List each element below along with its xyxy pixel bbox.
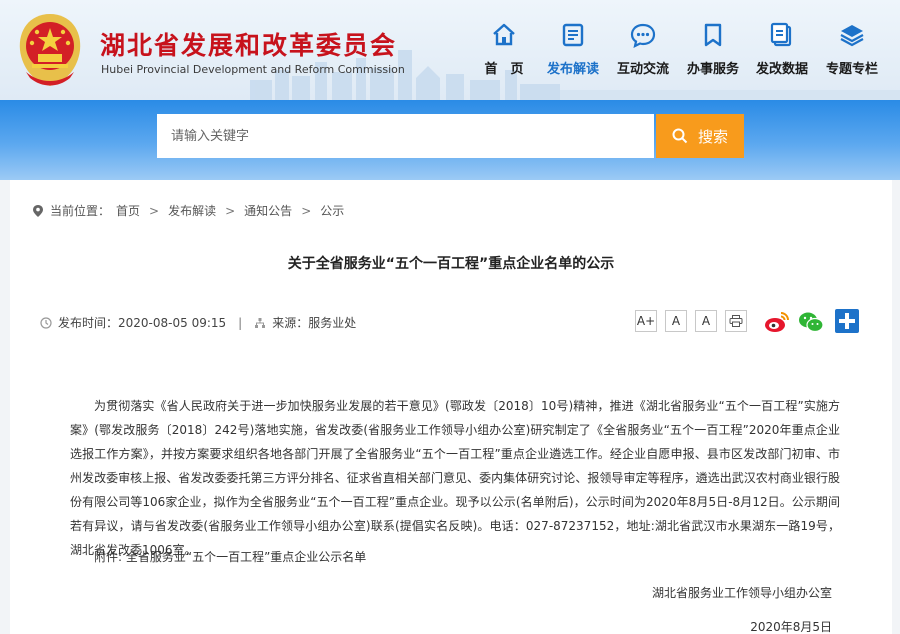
printer-icon (729, 315, 743, 327)
nav-publish-label: 发布解读 (546, 62, 599, 77)
signature-organization: 湖北省服务业工作领导小组办公室 (651, 586, 832, 600)
source-icon (255, 317, 266, 328)
nav-topics-label: 专题专栏 (825, 62, 878, 77)
breadcrumb-separator: > (225, 203, 236, 218)
article-title: 关于全省服务业“五个一百工程”重点企业名单的公示 (287, 256, 615, 272)
clock-icon (40, 316, 52, 329)
font-decrease-label: A (701, 314, 711, 328)
signature-date: 2020年8月5日 (750, 620, 832, 634)
home-icon (493, 23, 515, 46)
breadcrumb-item-home[interactable]: 首页 (116, 202, 140, 219)
attachment-link[interactable]: 附件: 全省服务业“五个一百工程”重点企业公示名单 (94, 548, 366, 565)
search-input[interactable] (157, 114, 654, 158)
nav-services-label: 办事服务 (686, 62, 739, 77)
nav-publish[interactable]: 发布解读 (541, 22, 605, 84)
breadcrumb-separator: > (149, 203, 160, 218)
search-icon (672, 128, 688, 144)
breadcrumb-item-publish[interactable]: 发布解读 (168, 202, 216, 219)
print-button[interactable] (725, 310, 747, 332)
source-value: 服务业处 (308, 316, 357, 330)
font-default-button[interactable]: A (665, 310, 687, 332)
national-emblem-logo (19, 14, 81, 86)
font-default-label: A (671, 314, 681, 328)
nav-home[interactable]: 首 页 (472, 22, 536, 84)
chat-icon (630, 23, 656, 48)
weibo-share-icon[interactable] (764, 310, 790, 334)
nav-interact[interactable]: 互动交流 (611, 22, 675, 84)
nav-topics[interactable]: 专题专栏 (820, 22, 884, 84)
nav-services[interactable]: 办事服务 (681, 22, 745, 84)
breadcrumb: 当前位置： 首页 > 发布解读 > 通知公告 > 公示 (32, 202, 344, 219)
meta-divider: | (238, 315, 243, 330)
location-pin-icon (33, 204, 43, 217)
font-increase-label: A+ (636, 314, 656, 328)
source-label: 来源： (272, 316, 309, 330)
document-icon (562, 23, 584, 47)
article-body: 为贯彻落实《省人民政府关于进一步加快服务业发展的若干意见》(鄂政发〔2018〕1… (70, 399, 840, 557)
publish-time: 2020-08-05 09:15 (118, 315, 227, 330)
layers-icon (840, 25, 864, 47)
site-subtitle: Hubei Provincial Development and Reform … (101, 63, 405, 76)
nav-home-label: 首 页 (484, 62, 524, 77)
nav-data[interactable]: 发改数据 (750, 22, 814, 84)
font-increase-button[interactable]: A+ (635, 310, 657, 332)
article-meta: 发布时间： 2020-08-05 09:15 | 来源： 服务业处 (40, 314, 356, 331)
nav-interact-label: 互动交流 (616, 62, 669, 77)
search-button[interactable]: 搜索 (656, 114, 744, 158)
breadcrumb-item-notices[interactable]: 通知公告 (244, 202, 292, 219)
breadcrumb-separator: > (301, 203, 312, 218)
site-header: 湖北省发展和改革委员会 Hubei Provincial Development… (0, 0, 900, 100)
bookmark-icon (704, 23, 722, 47)
font-decrease-button[interactable]: A (695, 310, 717, 332)
search-button-label: 搜索 (697, 127, 728, 146)
breadcrumb-prefix: 当前位置： (50, 204, 111, 218)
more-share-icon[interactable] (835, 309, 859, 333)
nav-data-label: 发改数据 (755, 62, 808, 77)
data-icon (770, 22, 792, 47)
publish-time-label: 发布时间： (58, 316, 119, 330)
site-title[interactable]: 湖北省发展和改革委员会 (100, 26, 397, 62)
breadcrumb-item-announcement[interactable]: 公示 (320, 202, 344, 219)
wechat-share-icon[interactable] (798, 310, 824, 334)
